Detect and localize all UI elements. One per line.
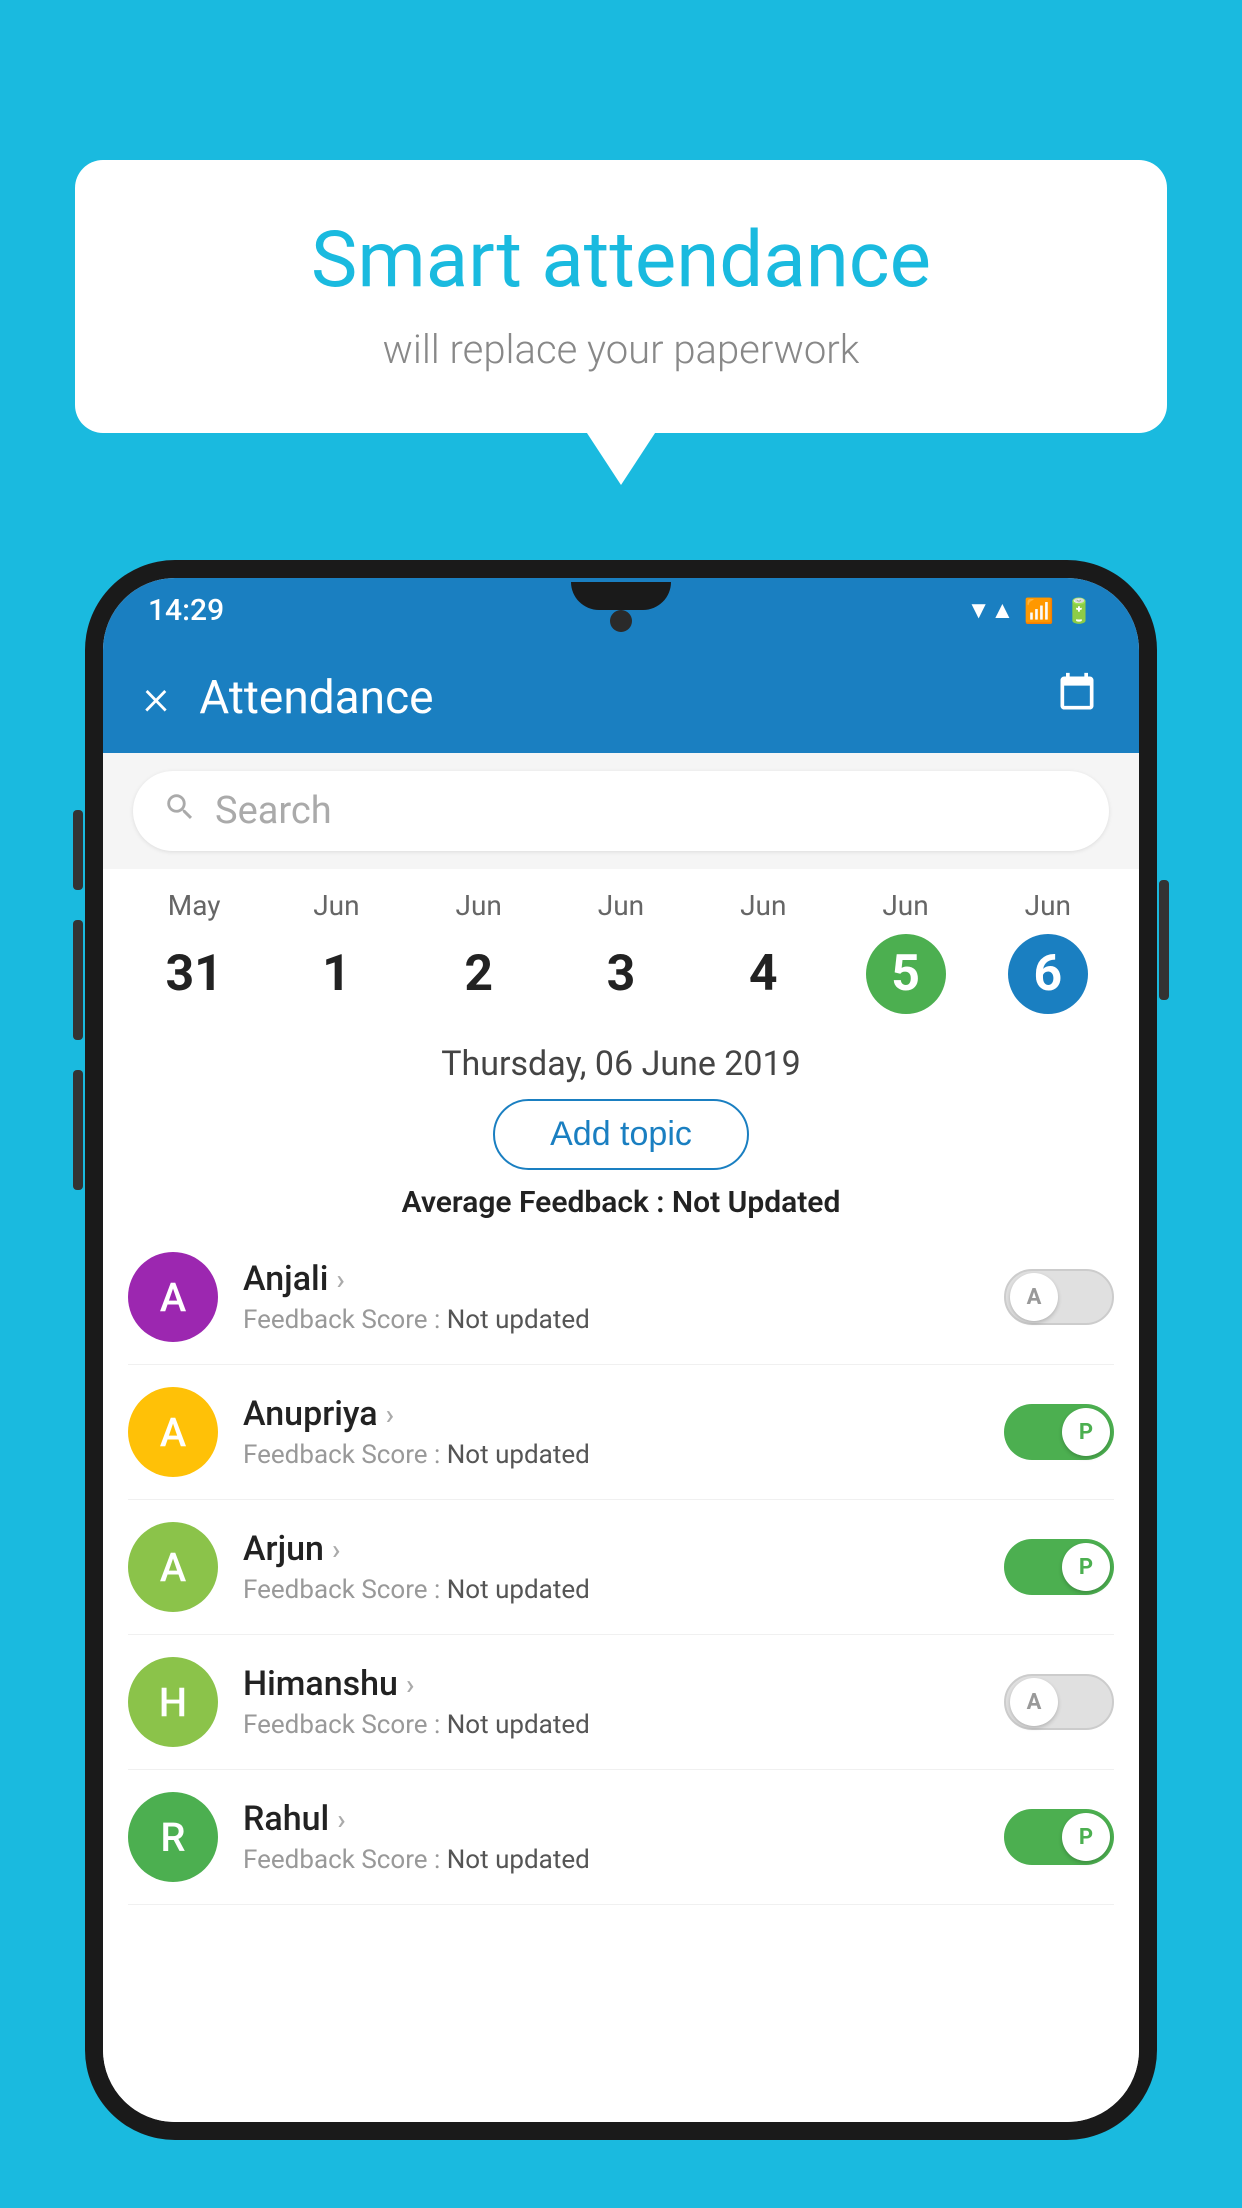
student-info-arjun: Arjun › Feedback Score : Not updated (243, 1529, 1004, 1605)
cal-day-2[interactable]: Jun 2 (408, 889, 550, 1014)
cal-month-6: Jun (1025, 889, 1071, 922)
chevron-icon-himanshu: › (406, 1668, 414, 1701)
status-icons: ▼▲ 📶 🔋 (967, 596, 1094, 625)
phone-notch (571, 582, 671, 610)
student-feedback-rahul: Feedback Score : Not updated (243, 1845, 1004, 1875)
signal-icon: 📶 (1024, 597, 1054, 625)
student-item-arjun[interactable]: A Arjun › Feedback Score : Not updated (128, 1500, 1114, 1635)
volume-up-button (73, 920, 83, 1040)
app-bar: × Attendance (103, 643, 1139, 753)
phone-container: 14:29 ▼▲ 📶 🔋 × Attendance (85, 560, 1157, 2208)
student-feedback-arjun: Feedback Score : Not updated (243, 1575, 1004, 1605)
student-feedback-anjali: Feedback Score : Not updated (243, 1305, 1004, 1335)
student-item-rahul[interactable]: R Rahul › Feedback Score : Not updated (128, 1770, 1114, 1905)
search-placeholder: Search (215, 789, 332, 833)
phone-camera (610, 610, 632, 632)
student-name-himanshu: Himanshu › (243, 1664, 1004, 1704)
close-button[interactable]: × (143, 669, 169, 727)
avatar-anjali: A (128, 1252, 218, 1342)
toggle-anupriya[interactable]: P (1004, 1404, 1114, 1460)
toggle-knob-rahul: P (1062, 1813, 1110, 1861)
student-name-arjun: Arjun › (243, 1529, 1004, 1569)
chevron-icon-rahul: › (337, 1803, 345, 1836)
avg-feedback-label: Average Feedback : (402, 1185, 665, 1220)
toggle-himanshu[interactable]: A (1004, 1674, 1114, 1730)
calendar-icon[interactable] (1055, 671, 1099, 725)
student-info-rahul: Rahul › Feedback Score : Not updated (243, 1799, 1004, 1875)
selected-date: Thursday, 06 June 2019 (103, 1024, 1139, 1099)
cal-date-2: 2 (439, 934, 519, 1014)
cal-month-0: May (168, 889, 221, 922)
student-item-anupriya[interactable]: A Anupriya › Feedback Score : Not update… (128, 1365, 1114, 1500)
search-icon (163, 790, 197, 833)
phone-screen: 14:29 ▼▲ 📶 🔋 × Attendance (103, 578, 1139, 2122)
speech-bubble: Smart attendance will replace your paper… (75, 160, 1167, 433)
cal-month-3: Jun (598, 889, 644, 922)
toggle-arjun[interactable]: P (1004, 1539, 1114, 1595)
cal-day-0[interactable]: May 31 (123, 889, 265, 1014)
search-bar[interactable]: Search (133, 771, 1109, 851)
mute-button (73, 810, 83, 890)
student-item-anjali[interactable]: A Anjali › Feedback Score : Not updated (128, 1230, 1114, 1365)
cal-date-6: 6 (1008, 934, 1088, 1014)
student-feedback-himanshu: Feedback Score : Not updated (243, 1710, 1004, 1740)
cal-month-4: Jun (740, 889, 786, 922)
wifi-icon: ▼▲ (967, 596, 1015, 625)
power-button (1159, 880, 1169, 1000)
cal-date-4: 4 (723, 934, 803, 1014)
toggle-knob-anupriya: P (1062, 1408, 1110, 1456)
bubble-title: Smart attendance (135, 215, 1107, 306)
content-area: Thursday, 06 June 2019 Add topic Average… (103, 1024, 1139, 2122)
cal-date-0: 31 (154, 934, 234, 1014)
student-name-rahul: Rahul › (243, 1799, 1004, 1839)
search-container: Search (103, 753, 1139, 869)
cal-date-5: 5 (866, 934, 946, 1014)
cal-day-5[interactable]: Jun 5 (834, 889, 976, 1014)
cal-month-1: Jun (313, 889, 359, 922)
student-info-anupriya: Anupriya › Feedback Score : Not updated (243, 1394, 1004, 1470)
cal-month-2: Jun (456, 889, 502, 922)
phone-body: 14:29 ▼▲ 📶 🔋 × Attendance (85, 560, 1157, 2140)
student-name-anjali: Anjali › (243, 1259, 1004, 1299)
toggle-anjali[interactable]: A (1004, 1269, 1114, 1325)
cal-day-1[interactable]: Jun 1 (265, 889, 407, 1014)
avatar-rahul: R (128, 1792, 218, 1882)
toggle-knob-himanshu: A (1010, 1678, 1058, 1726)
student-info-himanshu: Himanshu › Feedback Score : Not updated (243, 1664, 1004, 1740)
cal-month-5: Jun (882, 889, 928, 922)
cal-day-6[interactable]: Jun 6 (977, 889, 1119, 1014)
cal-date-1: 1 (296, 934, 376, 1014)
toggle-knob-anjali: A (1010, 1273, 1058, 1321)
student-name-anupriya: Anupriya › (243, 1394, 1004, 1434)
avg-feedback-value: Not Updated (672, 1185, 840, 1220)
toggle-knob-arjun: P (1062, 1543, 1110, 1591)
status-time: 14:29 (148, 593, 224, 628)
cal-day-3[interactable]: Jun 3 (550, 889, 692, 1014)
cal-date-3: 3 (581, 934, 661, 1014)
chevron-icon-anupriya: › (386, 1398, 394, 1431)
volume-down-button (73, 1070, 83, 1190)
bubble-subtitle: will replace your paperwork (135, 326, 1107, 373)
app-title: Attendance (199, 671, 1055, 725)
toggle-rahul[interactable]: P (1004, 1809, 1114, 1865)
chevron-icon-anjali: › (336, 1263, 344, 1296)
avatar-anupriya: A (128, 1387, 218, 1477)
calendar-strip: May 31 Jun 1 Jun 2 Jun 3 Jun 4 (103, 869, 1139, 1024)
avatar-arjun: A (128, 1522, 218, 1612)
battery-icon: 🔋 (1064, 597, 1094, 625)
student-list: A Anjali › Feedback Score : Not updated (103, 1230, 1139, 1905)
chevron-icon-arjun: › (332, 1533, 340, 1566)
cal-day-4[interactable]: Jun 4 (692, 889, 834, 1014)
student-info-anjali: Anjali › Feedback Score : Not updated (243, 1259, 1004, 1335)
student-item-himanshu[interactable]: H Himanshu › Feedback Score : Not update… (128, 1635, 1114, 1770)
student-feedback-anupriya: Feedback Score : Not updated (243, 1440, 1004, 1470)
avg-feedback: Average Feedback : Not Updated (103, 1185, 1139, 1220)
add-topic-button[interactable]: Add topic (493, 1099, 749, 1170)
avatar-himanshu: H (128, 1657, 218, 1747)
